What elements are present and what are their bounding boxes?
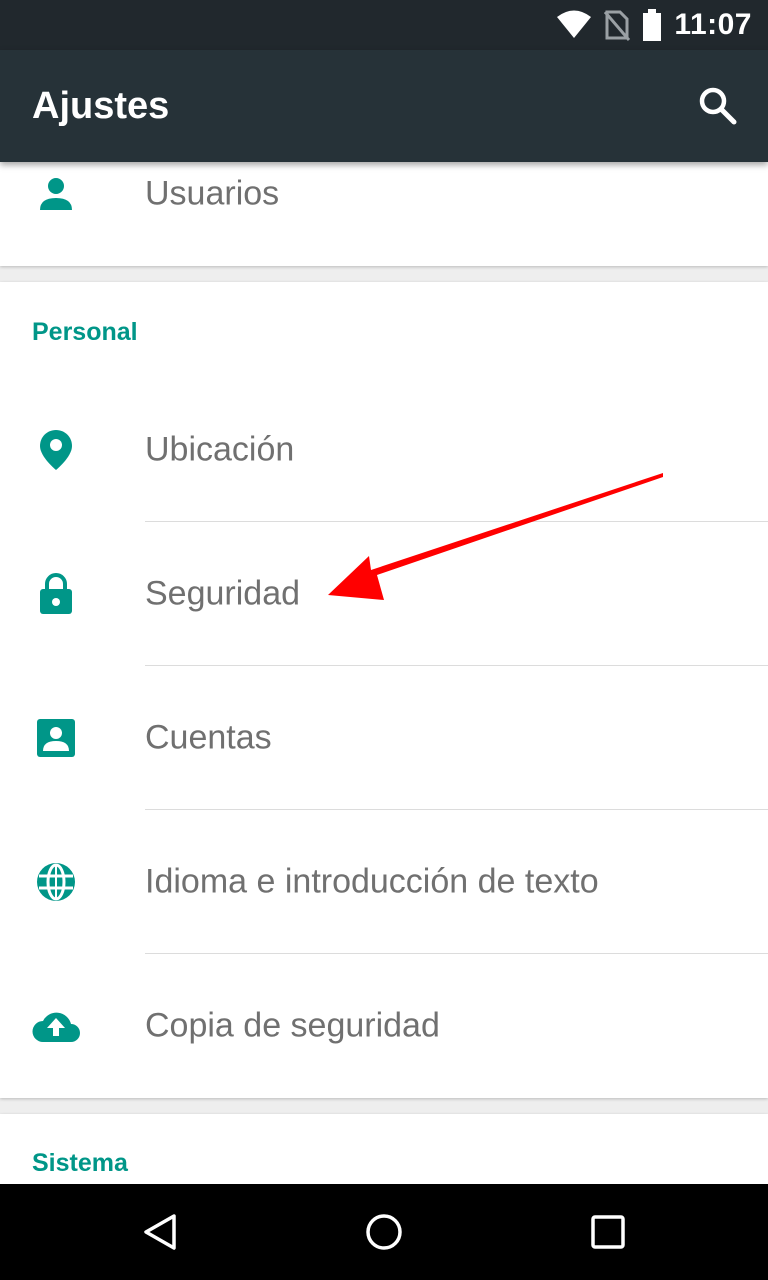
system-section: Sistema — [0, 1114, 768, 1184]
cloud-upload-icon — [30, 1000, 82, 1052]
person-icon — [30, 168, 82, 220]
home-icon[interactable] — [354, 1202, 414, 1262]
status-bar: 11:07 — [0, 0, 768, 50]
section-header-system: Sistema — [32, 1149, 128, 1177]
users-card: Usuarios — [0, 162, 768, 266]
navigation-bar — [0, 1184, 768, 1280]
settings-item-label: Seguridad — [145, 574, 301, 613]
settings-item-label: Copia de seguridad — [145, 1006, 440, 1045]
location-pin-icon — [30, 424, 82, 476]
settings-item-backup[interactable]: Copia de seguridad — [0, 954, 768, 1098]
settings-item-label: Usuarios — [145, 174, 280, 213]
recents-icon[interactable] — [578, 1202, 638, 1262]
section-header-personal: Personal — [32, 318, 138, 346]
globe-icon — [30, 856, 82, 908]
settings-item-location[interactable]: Ubicación — [0, 378, 768, 522]
personal-section: Personal Ubicación Seguridad Cuentas Idi… — [0, 282, 768, 1098]
settings-item-language[interactable]: Idioma e introducción de texto — [0, 810, 768, 954]
back-icon[interactable] — [130, 1202, 190, 1262]
lock-icon — [30, 568, 82, 620]
clock-time: 11:07 — [674, 8, 752, 41]
page-title: Ajustes — [32, 84, 170, 127]
settings-item-security[interactable]: Seguridad — [0, 522, 768, 666]
settings-item-label: Cuentas — [145, 718, 272, 757]
no-sim-icon — [604, 9, 631, 41]
account-box-icon — [30, 712, 82, 764]
battery-icon — [642, 9, 662, 41]
app-bar: Ajustes — [0, 50, 768, 162]
search-icon[interactable] — [696, 84, 740, 128]
settings-item-accounts[interactable]: Cuentas — [0, 666, 768, 810]
settings-item-label: Ubicación — [145, 430, 295, 469]
settings-item-label: Idioma e introducción de texto — [145, 862, 599, 901]
wifi-icon — [556, 10, 592, 40]
